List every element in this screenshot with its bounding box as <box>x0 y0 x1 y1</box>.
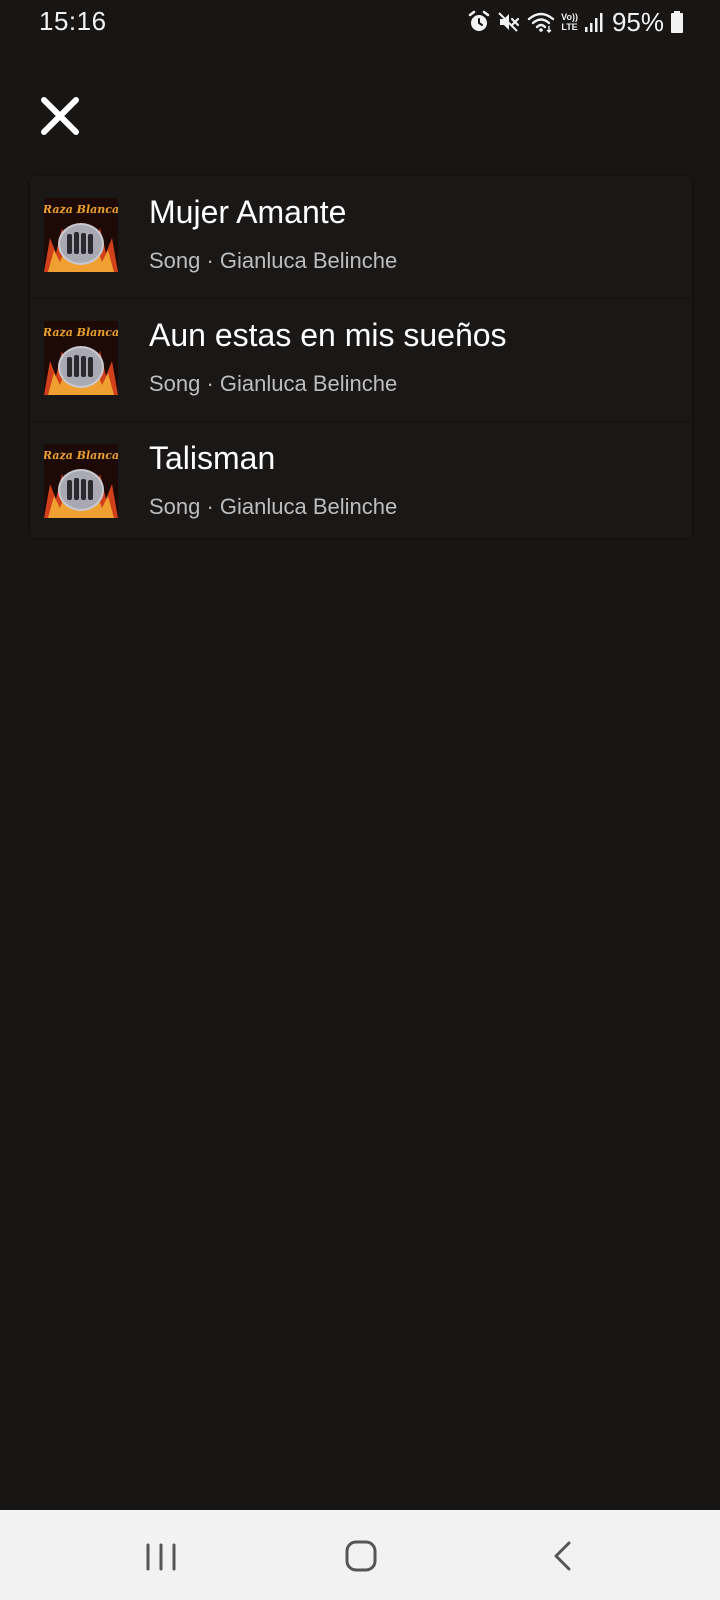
home-button[interactable] <box>337 1532 385 1580</box>
mute-icon <box>497 10 521 34</box>
back-button[interactable] <box>539 1532 587 1580</box>
song-subtitle: Song · Gianluca Belinche <box>149 494 398 519</box>
status-time: 15:16 <box>39 6 107 36</box>
alarm-icon <box>467 10 491 34</box>
album-art-thumbnail: Raza Blanca <box>44 198 118 272</box>
recent-apps-icon <box>146 1543 176 1571</box>
navigation-bar <box>0 1510 720 1600</box>
close-icon <box>41 97 79 135</box>
volte-label-bottom: LTE <box>561 22 578 32</box>
search-results-list: Raza Blanca Mujer Amante Song · Gianluca … <box>30 176 692 538</box>
volte-label-top: Vo)) <box>561 12 578 22</box>
result-row[interactable]: Raza Blanca Mujer Amante Song · Gianluca … <box>30 176 692 299</box>
status-bar: 15:16 Vo)) LTE 95% <box>0 0 720 44</box>
close-button[interactable] <box>36 92 84 140</box>
recent-apps-button[interactable] <box>137 1532 185 1580</box>
battery-percent: 95% <box>611 6 664 37</box>
album-cover-text: Raza Blanca <box>44 449 118 462</box>
volte-icon: Vo)) LTE <box>561 12 578 32</box>
status-icons: Vo)) LTE 95% <box>467 6 684 38</box>
song-title: Aun estas en mis sueños <box>149 317 507 353</box>
album-art-thumbnail: Raza Blanca <box>44 321 118 395</box>
album-art-thumbnail: Raza Blanca <box>44 444 118 518</box>
album-cover-text: Raza Blanca <box>44 326 118 339</box>
result-row[interactable]: Raza Blanca Aun estas en mis sueños Song … <box>30 299 692 422</box>
wifi-icon <box>527 10 555 34</box>
home-icon <box>345 1540 377 1572</box>
screen: 15:16 Vo)) LTE 95% Raza Blanca Mujer Ama… <box>0 0 720 1600</box>
signal-icon <box>584 10 604 34</box>
song-subtitle: Song · Gianluca Belinche <box>149 371 398 396</box>
album-cover-text: Raza Blanca <box>44 203 118 216</box>
song-title: Talisman <box>149 440 276 476</box>
back-icon <box>554 1541 571 1571</box>
result-row[interactable]: Raza Blanca Talisman Song · Gianluca Beli… <box>30 422 692 538</box>
battery-icon <box>670 10 684 34</box>
song-title: Mujer Amante <box>149 194 347 230</box>
song-subtitle: Song · Gianluca Belinche <box>149 248 398 273</box>
